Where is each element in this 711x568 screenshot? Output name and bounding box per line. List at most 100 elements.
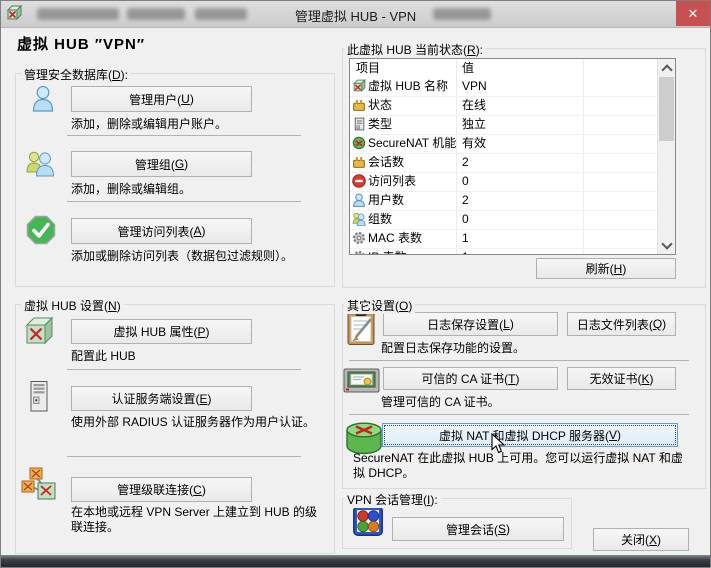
column-header-item: 项目	[356, 59, 380, 77]
ca-certificate-icon	[343, 367, 381, 398]
window-title: 管理虚拟 HUB - VPN	[1, 6, 710, 25]
table-row[interactable]: 访问列表 0	[350, 172, 658, 192]
row-item-label: 会话数	[368, 153, 404, 172]
users-group-icon	[352, 212, 366, 226]
row-item-label: 虚拟 HUB 名称	[368, 77, 448, 96]
scroll-down-button[interactable]	[658, 237, 675, 254]
manage-virtual-hub-dialog: 管理虚拟 HUB - VPN ✕ 虚拟 HUB ″VPN″ 管理安全数据库(D)…	[0, 0, 711, 568]
row-item-value: 在线	[462, 96, 486, 115]
row-item-label: IP 表数	[368, 248, 406, 255]
row-item-value: 0	[462, 210, 469, 229]
table-scrollbar[interactable]	[657, 59, 675, 254]
manage-cascade-button[interactable]: 管理级联连接(C)	[71, 477, 252, 502]
close-window-button[interactable]: ✕	[676, 1, 710, 26]
titlebar[interactable]: 管理虚拟 HUB - VPN ✕	[1, 1, 710, 28]
gear-icon	[352, 231, 366, 245]
row-item-label: 类型	[368, 115, 392, 134]
row-item-value: VPN	[462, 77, 487, 96]
virtual-nat-dhcp-button[interactable]: 虚拟 NAT 和虚拟 DHCP 服务器(V)	[382, 423, 678, 447]
divider	[67, 369, 301, 370]
row-item-value: 0	[462, 172, 469, 191]
row-item-value: 1	[462, 248, 469, 255]
server-icon	[352, 117, 366, 131]
table-row[interactable]: 组数 0	[350, 210, 658, 230]
manage-groups-desc: 添加，删除或编辑组。	[71, 182, 191, 197]
log-save-settings-button[interactable]: 日志保存设置(L)	[383, 312, 558, 336]
log-file-list-button[interactable]: 日志文件列表(Q)	[567, 312, 676, 336]
status-table: 项目 值 虚拟 HUB 名称 VPN 状态 在线 类型 独立 SecureNAT…	[349, 58, 676, 255]
row-item-label: 组数	[368, 210, 392, 229]
group-security-database-label: 管理安全数据库(D):	[21, 66, 131, 83]
divider	[67, 456, 301, 457]
row-item-label: 状态	[368, 96, 392, 115]
row-item-label: SecureNAT 机能	[368, 134, 456, 153]
hub-cube-icon	[352, 79, 366, 93]
manage-sessions-button[interactable]: 管理会话(S)	[392, 517, 564, 541]
divider	[67, 201, 301, 202]
row-item-value: 2	[462, 153, 469, 172]
table-row[interactable]: IP 表数 1	[350, 248, 658, 255]
table-row[interactable]: 用户数 2	[350, 191, 658, 211]
scrollbar-thumb[interactable]	[659, 77, 674, 141]
group-session-management-label: VPN 会话管理(I):	[344, 491, 441, 508]
group-hub-status-label: 此虚拟 HUB 当前状态(R):	[344, 41, 486, 58]
divider	[349, 414, 689, 415]
auth-server-settings-desc: 使用外部 RADIUS 认证服务器作为用户认证。	[71, 415, 321, 430]
log-settings-desc: 配置日志保存功能的设置。	[381, 341, 525, 356]
invalid-cert-button[interactable]: 无效证书(K)	[567, 367, 676, 390]
manage-access-list-button[interactable]: 管理访问列表(A)	[71, 218, 252, 244]
column-header-value: 值	[462, 59, 474, 77]
trusted-ca-cert-button[interactable]: 可信的 CA 证书(T)	[383, 367, 558, 390]
page-title: 虚拟 HUB ″VPN″	[17, 33, 145, 54]
status-table-header: 项目 值	[350, 59, 658, 77]
hub-properties-button[interactable]: 虚拟 HUB 属性(P)	[71, 319, 252, 344]
plug-icon	[352, 155, 366, 169]
table-row[interactable]: 虚拟 HUB 名称 VPN	[350, 77, 658, 97]
group-hub-settings-label: 虚拟 HUB 设置(N)	[21, 297, 124, 314]
manage-cascade-desc: 在本地或远程 VPN Server 上建立到 HUB 的级联连接。	[71, 505, 323, 535]
user-icon	[352, 193, 366, 207]
row-item-value: 1	[462, 229, 469, 248]
cascade-connection-icon	[21, 467, 57, 504]
auth-server-settings-button[interactable]: 认证服务端设置(E)	[71, 386, 252, 411]
virtual-nat-dhcp-desc: SecureNAT 在此虚拟 HUB 上可用。您可以运行虚拟 NAT 和虚拟 D…	[353, 451, 687, 481]
background-window-strip	[1, 555, 710, 567]
users-group-icon	[25, 149, 57, 180]
manage-groups-button[interactable]: 管理组(G)	[71, 151, 252, 177]
table-row[interactable]: MAC 表数 1	[350, 229, 658, 249]
group-other-settings-label: 其它设置(O)	[344, 297, 415, 314]
close-dialog-button[interactable]: 关闭(X)	[593, 528, 689, 551]
divider	[349, 360, 689, 361]
table-row[interactable]: 类型 独立	[350, 115, 658, 135]
cert-desc: 管理可信的 CA 证书。	[381, 395, 500, 410]
row-item-value: 2	[462, 191, 469, 210]
divider	[67, 135, 301, 136]
gear-icon	[352, 250, 366, 255]
deny-icon	[352, 174, 366, 188]
user-icon	[31, 85, 55, 115]
manage-users-desc: 添加，删除或编辑用户账户。	[71, 117, 227, 132]
refresh-button[interactable]: 刷新(H)	[536, 258, 676, 279]
table-row[interactable]: SecureNAT 机能 有效	[350, 134, 658, 154]
sessions-grid-icon	[353, 506, 383, 539]
chevron-up-icon	[661, 64, 672, 75]
scroll-up-button[interactable]	[658, 59, 675, 76]
secure-nat-icon	[352, 136, 366, 150]
table-row[interactable]: 状态 在线	[350, 96, 658, 116]
row-item-value: 有效	[462, 134, 486, 153]
row-item-label: 用户数	[368, 191, 404, 210]
manage-access-list-desc: 添加或删除访问列表（数据包过滤规则）。	[71, 249, 329, 264]
plug-icon	[352, 98, 366, 112]
close-icon: ✕	[688, 6, 699, 22]
row-item-label: MAC 表数	[368, 229, 422, 248]
clipboard-log-icon	[346, 309, 376, 349]
row-item-label: 访问列表	[368, 172, 416, 191]
table-row[interactable]: 会话数 2	[350, 153, 658, 173]
hub-cube-icon	[23, 315, 55, 350]
chevron-down-icon	[661, 238, 672, 249]
access-list-check-icon	[26, 215, 56, 248]
manage-users-button[interactable]: 管理用户(U)	[71, 86, 252, 112]
row-item-value: 独立	[462, 115, 486, 134]
radius-server-icon	[27, 380, 51, 416]
hub-properties-desc: 配置此 HUB	[71, 349, 136, 364]
